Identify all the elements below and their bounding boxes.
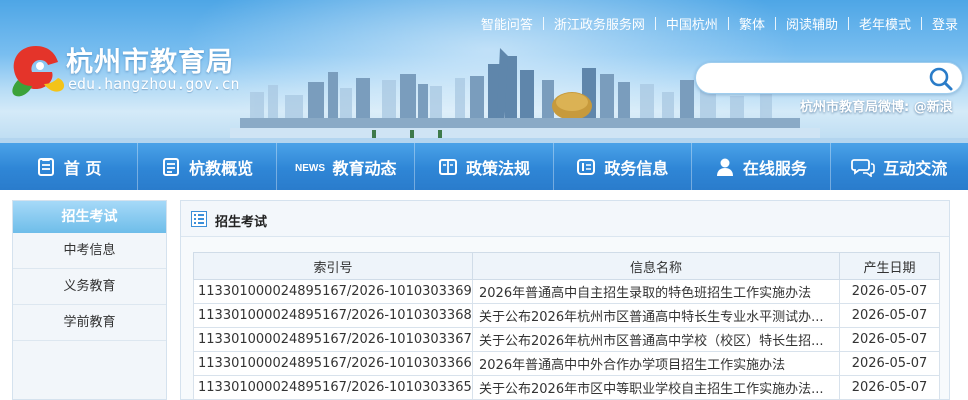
nav-home[interactable]: 首 页	[0, 143, 137, 190]
top-link-smart-qa[interactable]: 智能问答	[471, 14, 543, 33]
nav-policy-label: 政策法规	[465, 158, 530, 178]
top-link-china-hangzhou[interactable]: 中国杭州	[656, 14, 728, 33]
row-index-number: 113301000024895167/2026-1010303369	[193, 279, 473, 304]
weibo-ticker[interactable]: 杭州市教育局微博: @新浪	[800, 96, 968, 116]
search-input[interactable]	[708, 67, 918, 89]
top-link-traditional-chinese[interactable]: 繁体	[729, 14, 775, 33]
column-header-index: 索引号	[193, 252, 473, 280]
search-icon[interactable]	[928, 66, 954, 92]
sidebar-item-compulsory-education[interactable]: 义务教育	[13, 269, 166, 305]
top-link-login[interactable]: 登录	[922, 14, 968, 33]
nav-online-service[interactable]: 在线服务	[691, 143, 829, 190]
row-title-link[interactable]: 关于公布2026年市区中等职业学校自主招生工作实施办法...	[472, 375, 840, 400]
chat-icon	[851, 158, 876, 177]
nav-online-service-label: 在线服务	[742, 158, 807, 178]
row-index-number: 113301000024895167/2026-1010303366	[193, 351, 473, 376]
site-logo[interactable]: 杭州市教育局 edu.hangzhou.gov.cn	[6, 38, 256, 100]
row-date: 2026-05-07	[839, 279, 940, 304]
nav-overview-label: 杭教概览	[189, 158, 254, 178]
person-icon	[716, 158, 733, 176]
site-title: 杭州市教育局	[66, 47, 234, 78]
nav-home-label: 首 页	[63, 158, 102, 178]
table-row[interactable]: 113301000024895167/2026-1010303366 2026年…	[193, 351, 940, 376]
row-title-link[interactable]: 2026年普通高中中外合作办学项目招生工作实施办法	[472, 351, 840, 376]
education-bureau-emblem-icon	[12, 46, 65, 97]
row-title-link[interactable]: 2026年普通高中自主招生录取的特色班招生工作实施办法	[472, 279, 840, 304]
sidebar-item-preschool-education[interactable]: 学前教育	[13, 305, 166, 341]
list-icon	[191, 211, 207, 227]
row-date: 2026-05-07	[839, 303, 940, 328]
info-icon	[577, 158, 596, 175]
row-index-number: 113301000024895167/2026-1010303367	[193, 327, 473, 352]
table-header-row: 索引号 信息名称 产生日期	[193, 252, 940, 280]
top-link-elderly-mode[interactable]: 老年模式	[849, 14, 921, 33]
header-banner: 智能问答 浙江政务服务网 中国杭州 繁体 阅读辅助 老年模式 登录 杭州市教育局…	[0, 0, 968, 143]
nav-education-news[interactable]: NEWS 教育动态	[275, 143, 414, 190]
document-table: 索引号 信息名称 产生日期 113301000024895167/2026-10…	[193, 252, 940, 400]
sidebar: 招生考试 中考信息 义务教育 学前教育	[12, 200, 167, 400]
row-index-number: 113301000024895167/2026-1010303365	[193, 375, 473, 400]
sidebar-item-enrollment-exams[interactable]: 招生考试	[13, 201, 166, 233]
row-title-link[interactable]: 关于公布2026年杭州市区普通高中特长生专业水平测试办...	[472, 303, 840, 328]
nav-interaction[interactable]: 互动交流	[829, 143, 968, 190]
home-icon	[37, 157, 54, 176]
book-icon	[438, 158, 457, 175]
row-index-number: 113301000024895167/2026-1010303368	[193, 303, 473, 328]
nav-government-info-label: 政务信息	[604, 158, 669, 178]
row-date: 2026-05-07	[839, 375, 940, 400]
top-link-zhejiang-gov-service[interactable]: 浙江政务服务网	[544, 14, 655, 33]
main-nav: 首 页 杭教概览 NEWS 教育动态 政策法规 政务信息 在线服务 互动交流	[0, 143, 968, 190]
nav-overview[interactable]: 杭教概览	[137, 143, 275, 190]
table-row[interactable]: 113301000024895167/2026-1010303368 关于公布2…	[193, 303, 940, 328]
column-header-date: 产生日期	[839, 252, 940, 280]
top-link-reading-aid[interactable]: 阅读辅助	[776, 14, 848, 33]
table-row[interactable]: 113301000024895167/2026-1010303365 关于公布2…	[193, 375, 940, 400]
table-row[interactable]: 113301000024895167/2026-1010303369 2026年…	[193, 279, 940, 304]
column-header-title: 信息名称	[472, 252, 840, 280]
news-icon: NEWS	[295, 163, 325, 174]
nav-policy[interactable]: 政策法规	[414, 143, 552, 190]
main-content: 招生考试 索引号 信息名称 产生日期 113301000024895167/20…	[180, 200, 950, 400]
document-icon	[163, 157, 180, 176]
sidebar-item-high-school-exam[interactable]: 中考信息	[13, 233, 166, 269]
section-title: 招生考试	[215, 215, 268, 230]
row-date: 2026-05-07	[839, 351, 940, 376]
site-url: edu.hangzhou.gov.cn	[68, 75, 240, 93]
nav-education-news-label: 教育动态	[332, 158, 397, 178]
top-utility-links: 智能问答 浙江政务服务网 中国杭州 繁体 阅读辅助 老年模式 登录	[471, 13, 968, 33]
nav-government-info[interactable]: 政务信息	[552, 143, 691, 190]
svg-text:NEWS: NEWS	[295, 163, 325, 174]
search-box	[695, 62, 963, 94]
nav-interaction-label: 互动交流	[883, 158, 948, 178]
row-date: 2026-05-07	[839, 327, 940, 352]
section-header: 招生考试	[181, 201, 949, 237]
table-row[interactable]: 113301000024895167/2026-1010303367 关于公布2…	[193, 327, 940, 352]
row-title-link[interactable]: 关于公布2026年杭州市区普通高中学校（校区）特长生招...	[472, 327, 840, 352]
